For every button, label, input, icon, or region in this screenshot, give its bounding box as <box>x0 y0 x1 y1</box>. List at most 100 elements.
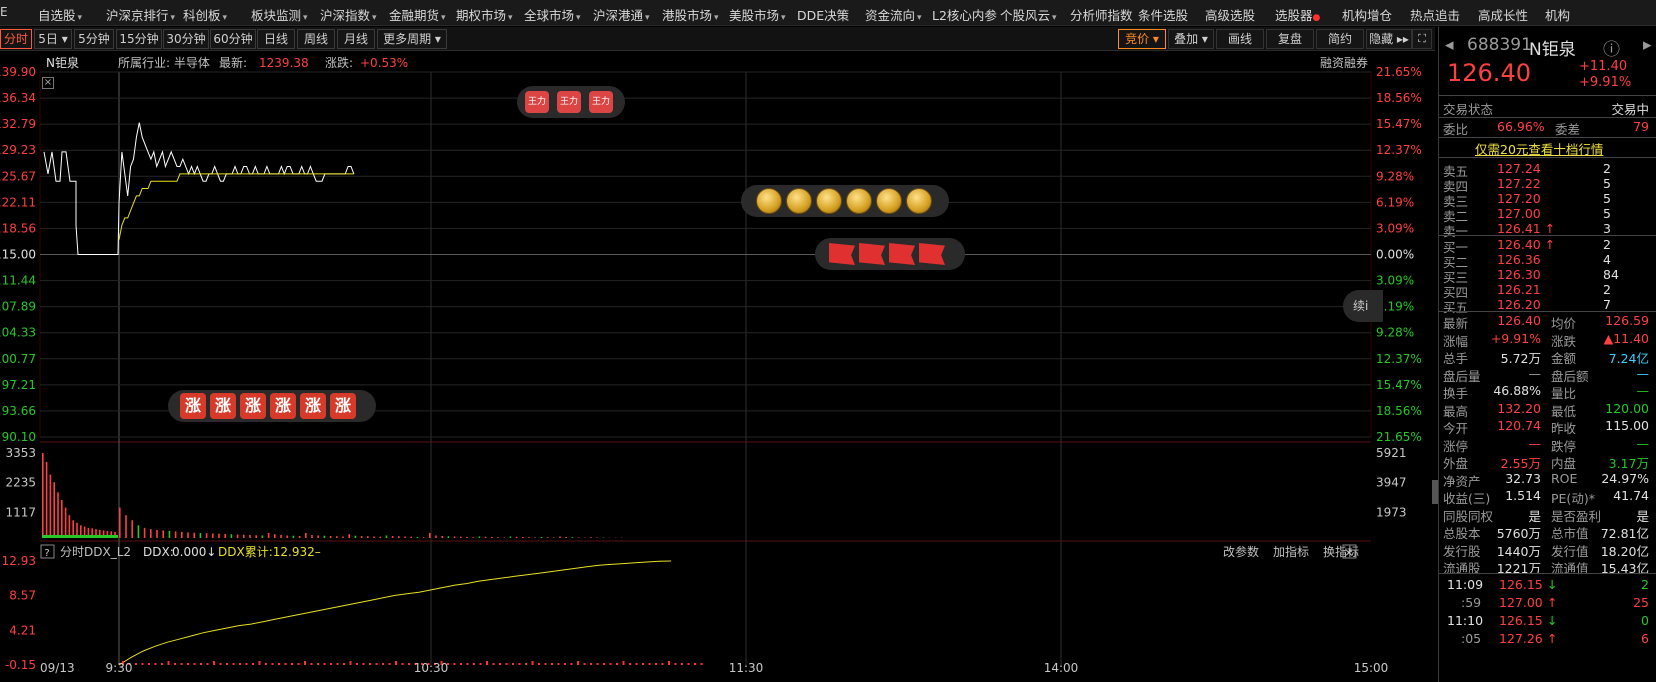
stat-row-3: 总手 5.72万 金额 7.24亿 <box>1443 348 1653 366</box>
ddx-label: DDX: <box>143 545 174 559</box>
pct-tick: 9.28% <box>1376 326 1414 340</box>
bid-volume: 7 <box>1603 297 1611 312</box>
last-value: 1239.38 <box>259 56 309 70</box>
stat-value: 132.20 <box>1497 400 1541 416</box>
tick-row-1: 11:09 126.15 ↓ 2 <box>1443 577 1653 595</box>
ask-price: 127.00 <box>1497 206 1541 221</box>
volume-bar <box>329 535 332 538</box>
volume-bar <box>385 535 388 538</box>
ddx-bar <box>213 661 215 665</box>
ask-price: 127.20 <box>1497 191 1541 206</box>
close-icon: × <box>1344 546 1353 559</box>
price-tick: 118.56 <box>0 221 36 235</box>
time-tick: 09/13 <box>40 661 75 675</box>
ddx-bar <box>551 663 553 665</box>
ddx-bar <box>655 663 657 665</box>
stat-value: 5760万 <box>1496 526 1541 541</box>
ddx-bar <box>687 663 690 665</box>
stat-label: 净资产 <box>1443 473 1481 489</box>
ddx-bar <box>479 663 482 665</box>
ask-price: 127.22 <box>1497 176 1541 191</box>
pct-tick: 12.37% <box>1376 143 1422 157</box>
stat-value: 120.00 <box>1605 400 1649 416</box>
pct-tick: 12.37% <box>1376 352 1422 366</box>
ddx-bar <box>180 663 183 665</box>
volume-base <box>42 535 118 538</box>
stat-value: 3.17万 <box>1608 456 1649 471</box>
volume-bar <box>57 492 59 538</box>
volume-bar <box>577 537 580 538</box>
flag-icon <box>889 243 915 265</box>
tick-time: :05 <box>1461 631 1482 646</box>
stat-label: 发行值 <box>1551 543 1589 559</box>
emoji-zhang[interactable]: 涨涨涨涨涨涨 <box>168 390 376 422</box>
volume-bar <box>267 532 270 538</box>
volume-bar <box>162 530 164 538</box>
price-tick: 97.21 <box>2 378 36 392</box>
volume-bar <box>416 536 419 538</box>
chg-value: +0.53% <box>360 56 408 70</box>
emoji-wang[interactable]: 王力 王力 王力 <box>517 86 625 118</box>
stat-value: 1.514 <box>1505 488 1541 503</box>
pct-tick: 15.47% <box>1376 378 1422 392</box>
pct-tick: 21.65% <box>1376 65 1422 79</box>
emoji-flags[interactable] <box>815 238 965 270</box>
volume-bar <box>199 532 202 538</box>
close-icon[interactable]: × <box>42 77 54 89</box>
price-line <box>43 122 355 255</box>
volume-bar <box>143 527 146 538</box>
stat-value: 126.59 <box>1605 313 1649 328</box>
stat-row-14: 发行股 1440万 发行值 18.20亿 <box>1443 541 1653 559</box>
volume-bar <box>491 536 493 538</box>
ddx-bar <box>408 663 410 665</box>
time-tick: 14:00 <box>1044 661 1079 675</box>
volume-bar <box>497 537 499 538</box>
time-tick: 9:30 <box>106 661 133 675</box>
bid-price: 126.21 <box>1497 282 1541 297</box>
nav-23[interactable]: 机构 <box>1545 5 1570 24</box>
volume-bar <box>590 537 592 538</box>
stat-label: 昨收 <box>1551 421 1577 436</box>
promo-link[interactable]: 仅需20元查看十档行情 <box>1475 139 1603 158</box>
divider <box>1439 235 1656 236</box>
stat-value: 是 <box>1636 508 1649 524</box>
change-amount: +11.40 <box>1579 59 1628 74</box>
weibi-row: 委比 66.96% 委差 79 <box>1443 119 1653 137</box>
nav-label: 机构 <box>1545 8 1571 23</box>
ddx-bar <box>278 663 280 665</box>
pct-tick: 6.19% <box>1376 195 1414 209</box>
price-tick: 125.67 <box>0 169 36 183</box>
zhang-icon: 涨 <box>300 393 326 419</box>
volume-bar <box>261 535 264 538</box>
stat-value: 7.24亿 <box>1608 351 1649 366</box>
intraday-chart[interactable]: 139.90 21.65% 136.34 18.56% 132.79 15.47% 129.… <box>0 0 1438 682</box>
ddx-button: 加指标 <box>1273 544 1309 559</box>
volume-bar <box>42 453 44 538</box>
flag-icon <box>919 243 945 265</box>
margin-label: 融资融券 <box>1320 55 1368 70</box>
ddx-bar <box>453 663 456 665</box>
tick-dir: ↑ <box>1547 595 1558 610</box>
volume-bar <box>522 536 524 538</box>
time-tick: 11:30 <box>729 661 764 675</box>
ddx-bar <box>681 663 683 665</box>
volume-bar <box>546 537 549 538</box>
tick-time: 11:10 <box>1447 613 1484 628</box>
ddx-bar <box>200 663 202 665</box>
ddx-title: 分时DDX_L2 <box>60 545 131 559</box>
volume-bar <box>61 499 63 538</box>
stat-value: ▲11.40 <box>1603 330 1649 346</box>
volume-bar <box>460 536 462 538</box>
nav-22[interactable]: 高成长性 <box>1478 5 1528 24</box>
volume-bar <box>236 534 239 538</box>
volume-bar <box>509 536 512 538</box>
ddx-bar <box>499 663 501 665</box>
nav-label: 高成长性 <box>1478 8 1529 23</box>
tick-volume: 25 <box>1633 595 1649 610</box>
volume-bar <box>255 535 257 538</box>
side-tab[interactable]: 续i <box>1343 290 1383 322</box>
volume-bar <box>230 534 233 538</box>
emoji-coins[interactable] <box>741 185 949 217</box>
ddx-bar <box>674 663 677 665</box>
stat-label: 同股同权 <box>1443 508 1494 524</box>
